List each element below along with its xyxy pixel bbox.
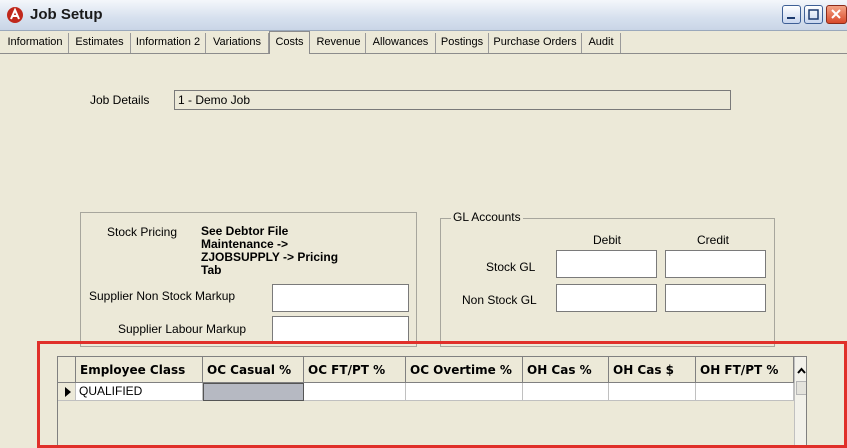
maximize-icon [808, 9, 819, 20]
non-stock-gl-debit-field[interactable] [556, 284, 657, 312]
tab-purchase-orders[interactable]: Purchase Orders [489, 33, 582, 53]
tab-revenue[interactable]: Revenue [312, 33, 366, 53]
job-details-label: Job Details [90, 93, 150, 107]
close-icon [831, 9, 841, 19]
tab-costs[interactable]: Costs [269, 31, 310, 54]
credit-label: Credit [697, 233, 730, 247]
tab-strip: Information Estimates Information 2 Vari… [0, 31, 847, 54]
close-button[interactable] [826, 5, 847, 24]
stock-gl-debit-field[interactable] [556, 250, 657, 278]
supplier-non-stock-markup-field[interactable] [272, 284, 409, 312]
tab-audit[interactable]: Audit [582, 33, 621, 53]
tab-estimates[interactable]: Estimates [69, 33, 131, 53]
stock-pricing-label: Stock Pricing [107, 225, 178, 239]
supplier-non-stock-markup-label: Supplier Non Stock Markup [89, 289, 236, 303]
gl-accounts-legend: GL Accounts [451, 210, 523, 224]
stock-pricing-note-line2: Maintenance -> [201, 237, 289, 251]
highlight-box [37, 341, 847, 448]
window-title: Job Setup [30, 6, 103, 23]
stock-gl-credit-field[interactable] [665, 250, 766, 278]
tab-information-2[interactable]: Information 2 [131, 33, 206, 53]
job-details-field: 1 - Demo Job [174, 90, 731, 110]
non-stock-gl-label: Non Stock GL [462, 293, 537, 307]
title-bar[interactable]: Job Setup [0, 0, 847, 31]
stock-gl-label: Stock GL [486, 260, 536, 274]
minimize-button[interactable] [782, 5, 801, 24]
job-setup-window: Job Setup Information Estimates Informat… [0, 0, 847, 448]
minimize-icon [787, 17, 795, 19]
supplier-labour-markup-field[interactable] [272, 316, 409, 342]
stock-pricing-note-line1: See Debtor File [201, 224, 289, 238]
tab-variations[interactable]: Variations [206, 33, 269, 53]
maximize-button[interactable] [804, 5, 823, 24]
stock-pricing-note-line4: Tab [201, 263, 222, 277]
app-icon [7, 7, 23, 23]
tab-allowances[interactable]: Allowances [366, 33, 436, 53]
non-stock-gl-credit-field[interactable] [665, 284, 766, 312]
supplier-labour-markup-label: Supplier Labour Markup [118, 322, 247, 336]
stock-pricing-note-line3: ZJOBSUPPLY -> Pricing [201, 250, 339, 264]
debit-label: Debit [593, 233, 622, 247]
tab-postings[interactable]: Postings [436, 33, 489, 53]
tab-information[interactable]: Information [2, 33, 69, 53]
